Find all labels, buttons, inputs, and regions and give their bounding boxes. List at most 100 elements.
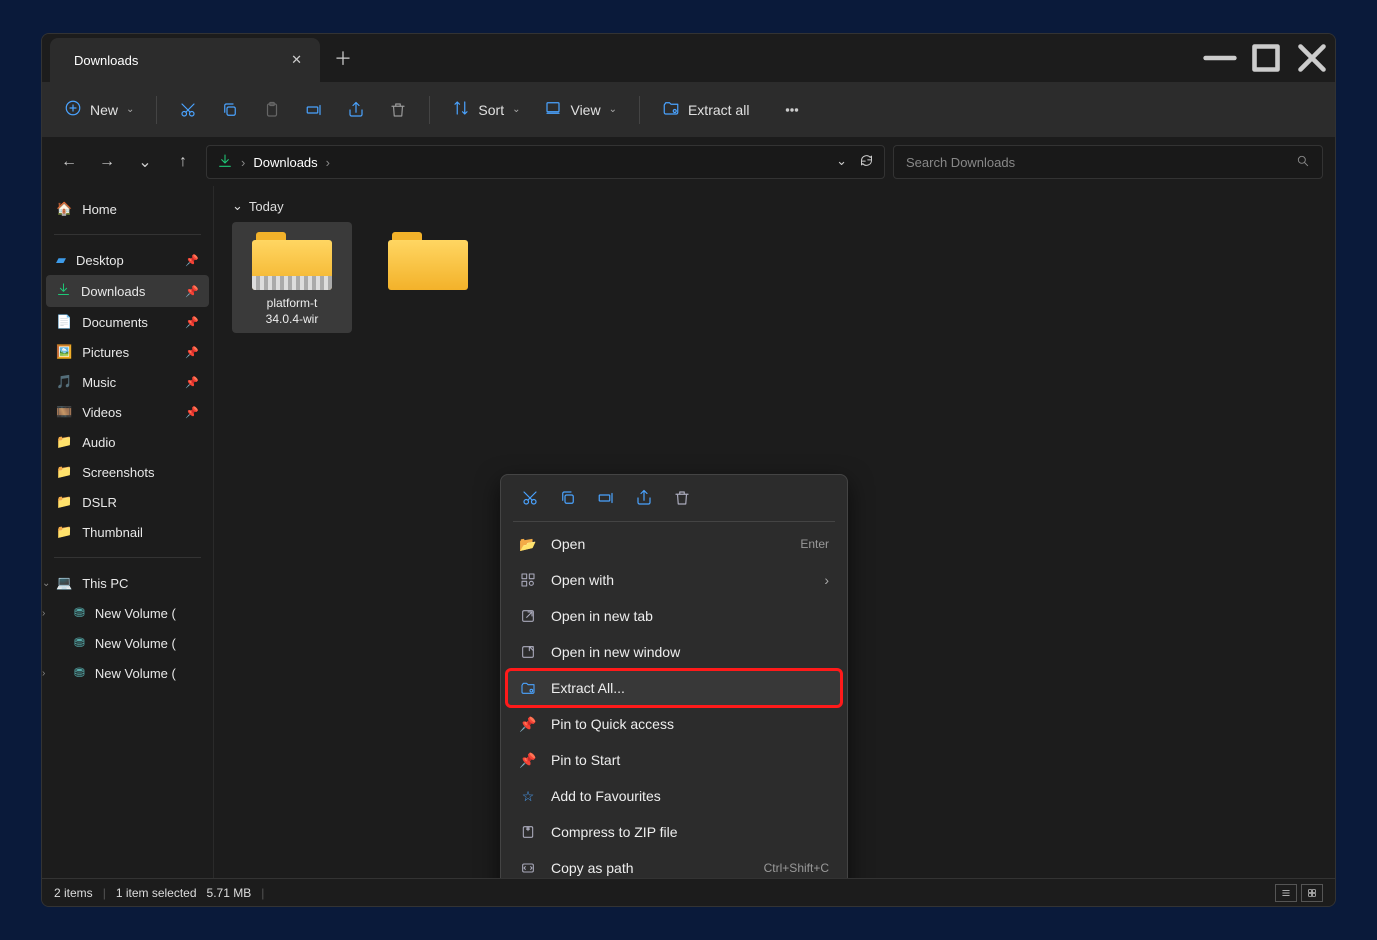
status-size: 5.71 MB (207, 886, 252, 900)
forward-button[interactable]: → (92, 147, 122, 177)
chevron-down-icon: ⌄ (512, 104, 520, 115)
folder-icon: 📁 (56, 434, 72, 450)
drive-icon: ⛃ (74, 635, 85, 651)
sidebar-documents[interactable]: 📄Documents📌 (46, 307, 209, 337)
pictures-icon: 🖼️ (56, 344, 72, 360)
ctx-pin-start[interactable]: 📌Pin to Start (507, 742, 841, 778)
new-tab-icon (519, 607, 537, 625)
music-icon: 🎵 (56, 374, 72, 390)
sidebar-this-pc[interactable]: ⌄💻This PC (46, 568, 209, 598)
ctx-compress[interactable]: Compress to ZIP file (507, 814, 841, 850)
sidebar-volume[interactable]: ⛃New Volume ( (46, 628, 209, 658)
sidebar-screenshots[interactable]: 📁Screenshots (46, 457, 209, 487)
chevron-down-icon[interactable]: ⌄ (42, 578, 50, 589)
ctx-copy-path[interactable]: Copy as pathCtrl+Shift+C (507, 850, 841, 878)
view-details-button[interactable] (1275, 884, 1297, 902)
copy-icon[interactable] (559, 489, 577, 507)
rename-icon[interactable] (597, 489, 615, 507)
ctx-pin-quick[interactable]: 📌Pin to Quick access (507, 706, 841, 742)
sidebar-thumbnail[interactable]: 📁Thumbnail (46, 517, 209, 547)
extract-icon (519, 679, 537, 697)
pin-icon: 📌 (185, 254, 199, 267)
pin-icon: 📌 (185, 285, 199, 298)
ctx-open-new-tab[interactable]: Open in new tab (507, 598, 841, 634)
view-icons-button[interactable] (1301, 884, 1323, 902)
delete-button[interactable] (379, 95, 417, 125)
search-box[interactable]: Search Downloads (893, 145, 1323, 179)
sidebar-volume[interactable]: ›⛃New Volume ( (46, 598, 209, 628)
view-button[interactable]: View ⌄ (534, 93, 626, 126)
back-button[interactable]: ← (54, 147, 84, 177)
ctx-extract-all[interactable]: Extract All... (507, 670, 841, 706)
address-bar[interactable]: › Downloads › ⌄ (206, 145, 885, 179)
file-list-area[interactable]: ⌄Today platform-t34.0.4-wir (214, 186, 1335, 878)
file-explorer-window: Downloads ✕ ＋ New ⌄ Sort ⌄ V (41, 33, 1336, 907)
sidebar-dslr[interactable]: 📁DSLR (46, 487, 209, 517)
sidebar-pictures[interactable]: 🖼️Pictures📌 (46, 337, 209, 367)
chevron-right-icon[interactable]: › (42, 608, 45, 619)
extract-all-button[interactable]: Extract all (652, 93, 759, 126)
sidebar-desktop[interactable]: ▰Desktop📌 (46, 245, 209, 275)
toolbar: New ⌄ Sort ⌄ View ⌄ Extract all (42, 82, 1335, 138)
recent-locations-button[interactable]: ⌄ (130, 147, 160, 177)
status-selected: 1 item selected (116, 886, 197, 900)
new-tab-button[interactable]: ＋ (320, 45, 366, 71)
pin-icon: 📌 (185, 316, 199, 329)
sidebar-videos[interactable]: 🎞️Videos📌 (46, 397, 209, 427)
close-button[interactable] (1289, 38, 1335, 78)
star-icon: ☆ (519, 787, 537, 805)
titlebar: Downloads ✕ ＋ (42, 34, 1335, 82)
up-button[interactable]: ↑ (168, 147, 198, 177)
cut-button[interactable] (169, 95, 207, 125)
minimize-button[interactable] (1197, 38, 1243, 78)
tab-downloads[interactable]: Downloads ✕ (50, 38, 320, 82)
videos-icon: 🎞️ (56, 404, 72, 420)
pin-icon: 📌 (519, 751, 537, 769)
more-button[interactable] (773, 95, 811, 125)
plus-circle-icon (64, 99, 82, 120)
new-window-icon (519, 643, 537, 661)
file-item-zip[interactable]: platform-t34.0.4-wir (232, 222, 352, 333)
ctx-open-new-window[interactable]: Open in new window (507, 634, 841, 670)
status-bar: 2 items | 1 item selected 5.71 MB | (42, 878, 1335, 906)
drive-icon: ⛃ (74, 605, 85, 621)
context-toolbar (507, 481, 841, 517)
copy-button[interactable] (211, 95, 249, 125)
download-icon (56, 282, 71, 300)
ctx-open[interactable]: 📂OpenEnter (507, 526, 841, 562)
share-button[interactable] (337, 95, 375, 125)
open-with-icon (519, 571, 537, 589)
group-header-today[interactable]: ⌄Today (232, 198, 1317, 214)
status-item-count: 2 items (54, 886, 93, 900)
search-icon (1296, 154, 1310, 171)
sidebar-downloads[interactable]: Downloads📌 (46, 275, 209, 307)
download-icon (217, 153, 233, 172)
zip-icon (519, 823, 537, 841)
sidebar-audio[interactable]: 📁Audio (46, 427, 209, 457)
sidebar-volume[interactable]: ›⛃New Volume ( (46, 658, 209, 688)
maximize-button[interactable] (1243, 38, 1289, 78)
rename-button[interactable] (295, 95, 333, 125)
extract-icon (662, 99, 680, 120)
sidebar-home[interactable]: 🏠 Home (46, 194, 209, 224)
sort-button[interactable]: Sort ⌄ (442, 93, 530, 126)
folder-icon: 📁 (56, 494, 72, 510)
address-dropdown[interactable]: ⌄ (836, 153, 847, 171)
folder-icon (388, 228, 468, 290)
new-button[interactable]: New ⌄ (54, 93, 144, 126)
paste-button[interactable] (253, 95, 291, 125)
refresh-button[interactable] (859, 153, 874, 171)
folder-open-icon: 📂 (519, 535, 537, 553)
window-controls (1197, 38, 1335, 78)
cut-icon[interactable] (521, 489, 539, 507)
breadcrumb-location[interactable]: Downloads (253, 155, 317, 170)
delete-icon[interactable] (673, 489, 691, 507)
ctx-open-with[interactable]: Open with› (507, 562, 841, 598)
file-item-folder[interactable] (368, 222, 488, 333)
sidebar-music[interactable]: 🎵Music📌 (46, 367, 209, 397)
close-tab-icon[interactable]: ✕ (287, 48, 306, 72)
pin-icon: 📌 (185, 346, 199, 359)
ctx-add-favourites[interactable]: ☆Add to Favourites (507, 778, 841, 814)
share-icon[interactable] (635, 489, 653, 507)
chevron-right-icon[interactable]: › (42, 668, 45, 679)
